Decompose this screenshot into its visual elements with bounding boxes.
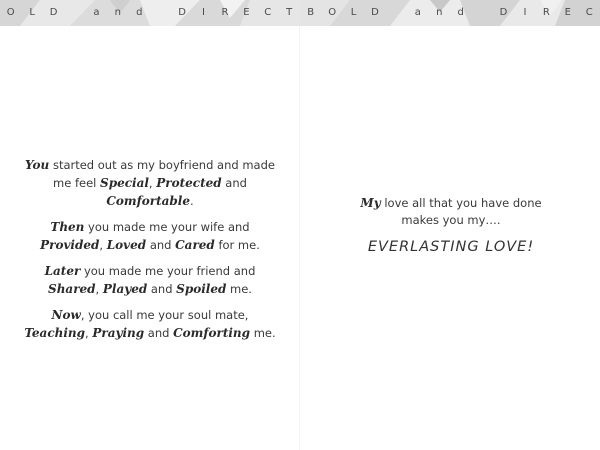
emphasis-word: Then — [50, 220, 85, 234]
everlasting-love-heading: EVERLASTING LOVE! — [367, 239, 535, 255]
closing-line: My love all that you have done makes you… — [340, 195, 562, 229]
emphasis-word: Comfortable — [106, 194, 190, 208]
stanza-1: You started out as my boyfriend and made… — [20, 156, 280, 210]
emphasis-word: Spoiled — [176, 282, 227, 296]
emphasis-word: Teaching — [24, 326, 86, 340]
stanza-3: Later you made me your friend and Shared… — [20, 262, 280, 298]
stanza-text: , — [95, 282, 103, 296]
poem: You started out as my boyfriend and made… — [20, 156, 280, 350]
banner-letter: L — [350, 7, 357, 18]
banner-letter: D — [49, 7, 58, 18]
banner-letter: O — [328, 7, 337, 18]
stanza-text: me. — [226, 282, 252, 296]
banner-letter: a — [93, 7, 100, 18]
banner-right: B O L Da n d D I R E C — [300, 0, 600, 26]
stanza-text: . — [190, 194, 194, 208]
banner-letter: I — [202, 7, 205, 18]
emphasis-word: Protected — [156, 176, 222, 190]
emphasis-word: Loved — [106, 238, 147, 252]
banner-text-right: B O L Da n d D I R E C — [300, 0, 600, 26]
emphasis-word: Now — [51, 308, 81, 322]
banner-letter: E — [243, 7, 250, 18]
stanza-text: for me. — [214, 238, 260, 252]
stanza-text: , you call me your soul mate, — [80, 308, 249, 322]
emphasis-word: Cared — [175, 238, 215, 252]
banner-letter: B — [307, 7, 315, 18]
emphasis-word: Special — [100, 176, 149, 190]
banner-letter: d — [136, 7, 143, 18]
banner-letter: O — [6, 7, 15, 18]
emphasis-word: You — [25, 158, 50, 172]
banner-letter: d — [457, 7, 464, 18]
banner-letter: E — [564, 7, 571, 18]
stanza-text: and — [221, 176, 247, 190]
banner-text-left: O L Da n d D I R E C T — [0, 0, 300, 26]
banner-left: O L Da n d D I R E C T — [0, 0, 300, 26]
banner-letter: D — [178, 7, 186, 18]
emphasis-word: Shared — [48, 282, 96, 296]
stanza-text: you made me your wife and — [84, 220, 250, 234]
banner-letter: a — [414, 7, 421, 18]
banner-letter: C — [585, 7, 593, 18]
emphasis-word: Played — [102, 282, 148, 296]
stanza-text: , — [99, 238, 107, 252]
emphasis-word: Comforting — [173, 326, 251, 340]
emphasis-word: Praying — [92, 326, 145, 340]
stanza-2: Then you made me your wife and Provided,… — [20, 218, 280, 254]
emphasis-word: Provided — [40, 238, 100, 252]
banner-letter: T — [286, 7, 293, 18]
banner-letter: L — [29, 7, 35, 18]
card-spread: OLDandDIRECT BOLDandDIREC You started ou… — [0, 0, 600, 450]
banner-letter: I — [523, 7, 527, 18]
stanza-text: me. — [250, 326, 276, 340]
banner-letter: C — [264, 7, 272, 18]
banner-letter: R — [221, 7, 229, 18]
stanza-text: and — [146, 238, 176, 252]
banner-letter: D — [371, 7, 379, 18]
stanza-text: you made me your friend and — [80, 264, 256, 278]
emphasis-word: My — [360, 196, 381, 210]
stanza-4: Now, you call me your soul mate, Teachin… — [20, 306, 280, 342]
banner-letter: n — [114, 7, 121, 18]
left-panel: You started out as my boyfriend and made… — [0, 26, 300, 450]
right-panel: My love all that you have done makes you… — [300, 26, 600, 450]
banner-letter: R — [542, 7, 550, 18]
stanza-text: and — [147, 282, 177, 296]
banner-letter: D — [499, 7, 508, 18]
emphasis-word: Later — [44, 264, 81, 278]
closing-text: love all that you have done makes you my… — [380, 196, 542, 227]
stanza-text: and — [144, 326, 174, 340]
banner-letter: n — [436, 7, 443, 18]
